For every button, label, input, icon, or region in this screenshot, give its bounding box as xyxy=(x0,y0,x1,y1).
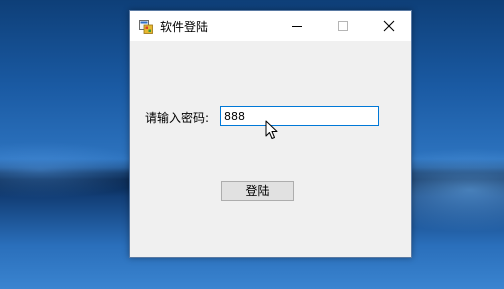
arrow-pointer-icon xyxy=(265,120,278,139)
close-icon xyxy=(383,20,395,32)
window-client-area: 请输入密码: 登陆 xyxy=(130,41,411,257)
password-input[interactable] xyxy=(220,106,379,126)
maximize-icon xyxy=(338,21,348,31)
window-title: 软件登陆 xyxy=(160,20,209,34)
login-button[interactable]: 登陆 xyxy=(221,181,294,201)
title-bar[interactable]: 软件登陆 xyxy=(130,11,411,41)
minimize-button[interactable] xyxy=(274,11,320,41)
password-label: 请输入密码: xyxy=(145,111,210,125)
close-button[interactable] xyxy=(366,11,412,41)
maximize-button[interactable] xyxy=(320,11,366,41)
winforms-app-icon xyxy=(139,19,153,34)
minimize-icon xyxy=(292,26,302,27)
